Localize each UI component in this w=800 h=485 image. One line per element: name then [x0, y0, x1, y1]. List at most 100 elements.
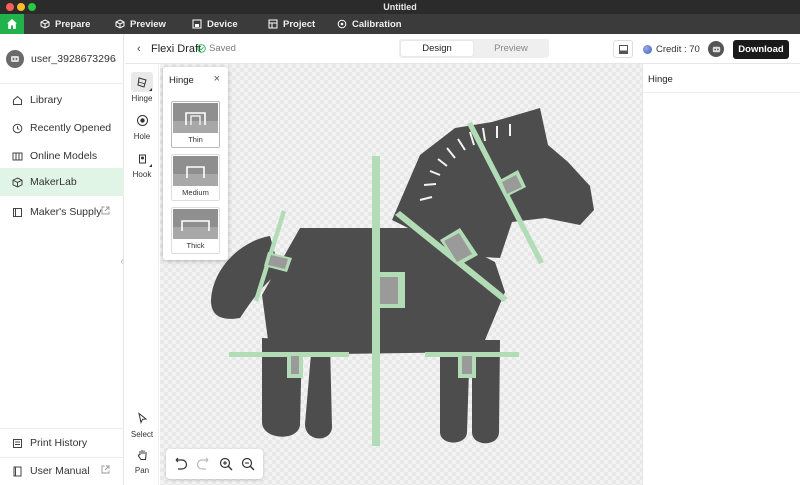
- credit-display[interactable]: Credit : 70: [643, 40, 700, 58]
- tool-hook[interactable]: Hook: [125, 148, 159, 179]
- canvas-toolbar: [166, 449, 263, 479]
- submenu-indicator: [149, 88, 152, 91]
- design-canvas[interactable]: [160, 64, 642, 485]
- document-title: Flexi Draft: [151, 43, 202, 55]
- box-icon: [40, 19, 50, 29]
- hinge-tool-button[interactable]: [131, 72, 153, 92]
- menu-label: Calibration: [352, 18, 402, 30]
- makerlab-icon: [12, 176, 23, 188]
- hook-tool-button[interactable]: [131, 148, 153, 168]
- panel-divider: [643, 92, 800, 93]
- tool-label: Pan: [134, 466, 150, 475]
- undo-button[interactable]: [172, 455, 190, 473]
- hinge-thin-thumbnail: [173, 103, 218, 133]
- sidebar-item-makerlab[interactable]: MakerLab: [0, 168, 124, 196]
- window-titlebar: Untitled: [0, 0, 800, 14]
- zoom-in-button[interactable]: [217, 455, 235, 473]
- view-toggle-button[interactable]: [613, 40, 633, 58]
- saved-label: Saved: [209, 43, 236, 54]
- tool-hole[interactable]: Hole: [125, 110, 159, 141]
- user-account[interactable]: user_3928673296 ⌄: [0, 34, 124, 84]
- hook-icon: [138, 154, 146, 163]
- header-avatar[interactable]: [708, 41, 724, 57]
- maximize-window-button[interactable]: [28, 3, 36, 11]
- cube-icon: [115, 19, 125, 29]
- hinge-icon: [136, 76, 147, 88]
- sidebar-item-makers-supply[interactable]: Maker's Supply: [0, 198, 124, 226]
- menu-calibration[interactable]: Calibration: [337, 14, 402, 34]
- hinge-option-thick[interactable]: Thick: [171, 207, 220, 254]
- close-icon[interactable]: ×: [214, 73, 220, 85]
- home-outline-icon: [12, 95, 23, 106]
- hinge-thick-thumbnail: [173, 209, 218, 239]
- sidebar-item-label: Maker's Supply: [30, 206, 102, 218]
- tool-select[interactable]: Select: [125, 408, 159, 439]
- models-icon: [12, 151, 23, 162]
- external-link-icon: [101, 465, 110, 477]
- sidebar-item-user-manual[interactable]: User Manual: [0, 457, 124, 485]
- download-button[interactable]: Download: [733, 40, 789, 59]
- sidebar-item-label: Recently Opened: [30, 122, 112, 134]
- hinge-option-label: Thick: [186, 241, 205, 250]
- external-link-icon: [101, 206, 110, 218]
- hinge-option-label: Medium: [182, 188, 209, 197]
- menu-label: Prepare: [55, 18, 91, 30]
- robot-icon: [712, 46, 720, 52]
- printer-icon: [192, 19, 202, 29]
- menu-label: Preview: [130, 18, 166, 30]
- sidebar-item-label: Online Models: [30, 150, 98, 162]
- menu-preview[interactable]: Preview: [115, 14, 166, 34]
- undo-icon: [175, 457, 188, 470]
- grid-icon: [268, 19, 278, 29]
- sidebar-item-online-models[interactable]: Online Models: [0, 142, 124, 170]
- menu-prepare[interactable]: Prepare: [40, 14, 90, 34]
- hinge-option-label: Thin: [188, 135, 203, 144]
- horse-model[interactable]: [160, 64, 642, 485]
- select-tool-button[interactable]: [131, 408, 153, 428]
- redo-icon: [197, 457, 209, 470]
- minimize-window-button[interactable]: [17, 3, 25, 11]
- sidebar-item-library[interactable]: Library: [0, 86, 124, 114]
- left-sidebar: user_3928673296 ⌄ Library Recently Opene…: [0, 34, 124, 485]
- hinge-option-medium[interactable]: Medium: [171, 154, 220, 201]
- credit-icon: [643, 44, 652, 54]
- hole-icon: [136, 114, 148, 126]
- tool-label: Hinge: [131, 94, 153, 103]
- panel-icon: [618, 44, 628, 54]
- submenu-indicator: [149, 164, 152, 167]
- editor-header: ‹ Flexi Draft Saved Design Preview Credi…: [125, 34, 800, 64]
- pan-tool-button[interactable]: [131, 444, 153, 464]
- tool-pan[interactable]: Pan: [125, 444, 159, 475]
- redo-button[interactable]: [194, 455, 212, 473]
- hinge-popup: Hinge × Thin Medium Thick: [163, 67, 228, 260]
- home-icon: [7, 19, 17, 29]
- tool-label: Hole: [133, 132, 151, 141]
- chevron-down-icon: ⌄: [110, 54, 118, 64]
- credit-label: Credit : 70: [656, 43, 700, 55]
- avatar: [6, 49, 24, 68]
- home-button[interactable]: [0, 14, 24, 34]
- clock-icon: [12, 123, 23, 134]
- top-menubar: Prepare Preview Device Project Calibrati…: [0, 14, 800, 34]
- zoom-out-icon: [241, 457, 255, 471]
- sidebar-item-print-history[interactable]: Print History: [0, 429, 124, 457]
- user-name: user_3928673296: [31, 52, 116, 65]
- sidebar-item-recently-opened[interactable]: Recently Opened: [0, 114, 124, 142]
- back-button[interactable]: ‹: [137, 43, 141, 55]
- hole-tool-button[interactable]: [131, 110, 153, 130]
- tab-preview[interactable]: Preview: [475, 41, 547, 56]
- menu-device[interactable]: Device: [192, 14, 238, 34]
- hinge-option-thin[interactable]: Thin: [171, 101, 220, 148]
- tool-column: Hinge Hole Hook Select Pan: [125, 64, 159, 485]
- target-icon: [337, 19, 347, 29]
- tool-hinge[interactable]: Hinge: [125, 72, 159, 103]
- properties-panel: Hinge: [642, 64, 800, 485]
- sidebar-item-label: User Manual: [30, 465, 90, 477]
- tool-label: Select: [130, 430, 154, 439]
- tab-design[interactable]: Design: [401, 41, 473, 56]
- menu-project[interactable]: Project: [268, 14, 315, 34]
- zoom-out-button[interactable]: [239, 455, 257, 473]
- robot-icon: [11, 55, 19, 62]
- window-title: Untitled: [383, 2, 417, 12]
- close-window-button[interactable]: [6, 3, 14, 11]
